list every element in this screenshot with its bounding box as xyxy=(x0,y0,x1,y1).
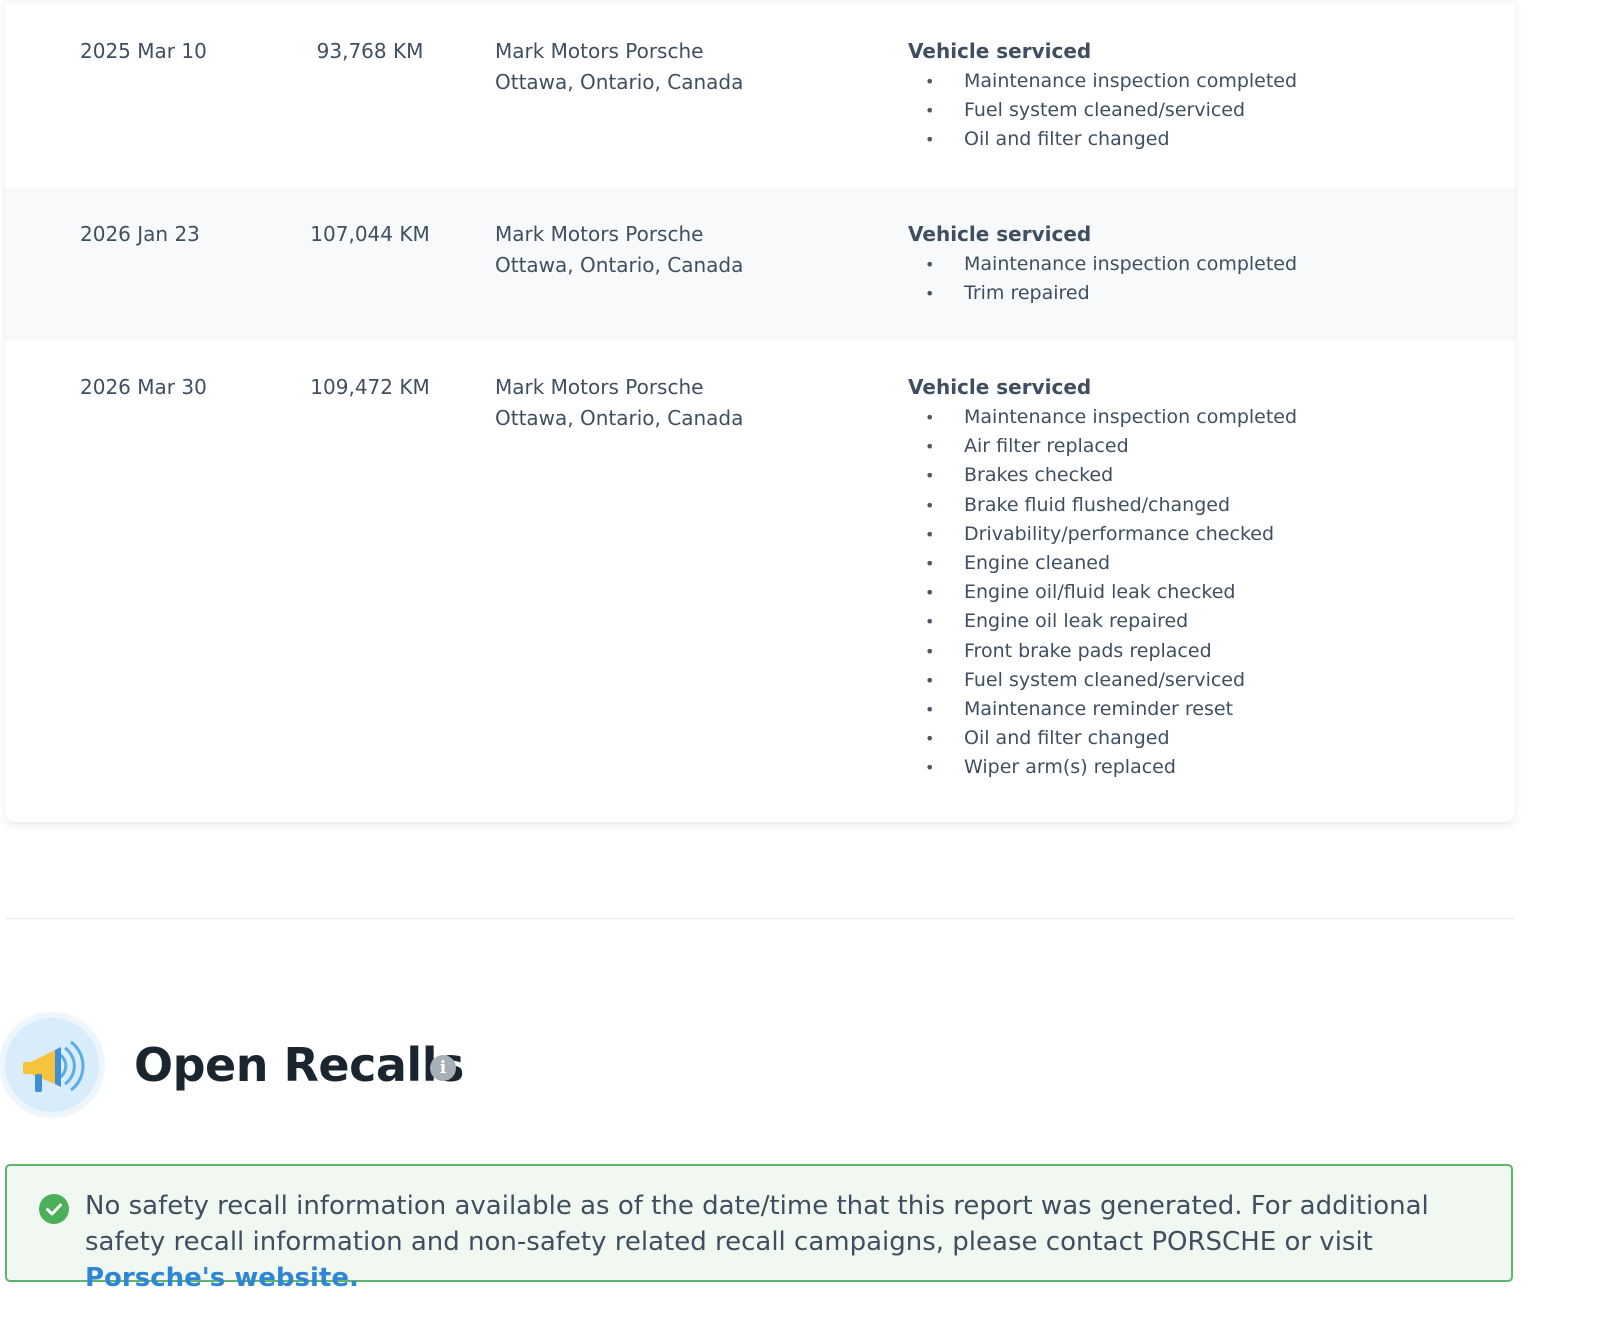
source-name: Mark Motors Porsche xyxy=(495,375,704,399)
service-record-row: 2026 Jan 23 107,044 KM Mark Motors Porsc… xyxy=(5,188,1515,341)
record-source: Mark Motors Porsche Ottawa, Ontario, Can… xyxy=(495,372,743,434)
megaphone-icon-svg xyxy=(23,1040,85,1092)
detail-item: Oil and filter changed xyxy=(908,125,1297,154)
detail-item: Brake fluid flushed/changed xyxy=(908,491,1297,520)
detail-item: Trim repaired xyxy=(908,279,1297,308)
detail-item: Front brake pads replaced xyxy=(908,637,1297,666)
details-title: Vehicle serviced xyxy=(908,39,1092,63)
source-name: Mark Motors Porsche xyxy=(495,222,704,246)
info-icon[interactable]: i xyxy=(430,1055,456,1081)
detail-item: Fuel system cleaned/serviced xyxy=(908,96,1297,125)
record-date: 2026 Jan 23 xyxy=(80,222,200,246)
source-location: Ottawa, Ontario, Canada xyxy=(495,406,744,430)
record-details: Vehicle serviced Maintenance inspection … xyxy=(908,372,1297,783)
source-name: Mark Motors Porsche xyxy=(495,39,704,63)
record-details: Vehicle serviced Maintenance inspection … xyxy=(908,219,1297,309)
details-title: Vehicle serviced xyxy=(908,222,1092,246)
section-divider xyxy=(5,918,1515,919)
detail-item: Wiper arm(s) replaced xyxy=(908,753,1297,782)
megaphone-icon xyxy=(5,1018,99,1112)
detail-item: Maintenance reminder reset xyxy=(908,695,1297,724)
record-details: Vehicle serviced Maintenance inspection … xyxy=(908,36,1297,155)
detail-item: Drivability/performance checked xyxy=(908,520,1297,549)
open-recalls-title: Open Recalls xyxy=(134,1038,464,1092)
service-history-card: 2025 Mar 10 93,768 KM Mark Motors Porsch… xyxy=(5,0,1515,822)
service-record-row: 2025 Mar 10 93,768 KM Mark Motors Porsch… xyxy=(5,0,1515,188)
detail-item: Maintenance inspection completed xyxy=(908,403,1297,432)
details-list: Maintenance inspection completed Trim re… xyxy=(908,250,1297,309)
detail-item: Brakes checked xyxy=(908,461,1297,490)
details-list: Maintenance inspection completed Fuel sy… xyxy=(908,67,1297,155)
porsche-website-link[interactable]: Porsche's website. xyxy=(85,1263,359,1293)
record-source: Mark Motors Porsche Ottawa, Ontario, Can… xyxy=(495,219,743,281)
detail-item: Fuel system cleaned/serviced xyxy=(908,666,1297,695)
detail-item: Engine oil leak repaired xyxy=(908,607,1297,636)
detail-item: Oil and filter changed xyxy=(908,724,1297,753)
record-source: Mark Motors Porsche Ottawa, Ontario, Can… xyxy=(495,36,743,98)
source-location: Ottawa, Ontario, Canada xyxy=(495,70,744,94)
notice-message: No safety recall information available a… xyxy=(85,1191,1429,1257)
detail-item: Air filter replaced xyxy=(908,432,1297,461)
details-title: Vehicle serviced xyxy=(908,375,1092,399)
detail-item: Maintenance inspection completed xyxy=(908,250,1297,279)
record-odometer: 109,472 KM xyxy=(310,375,430,399)
detail-item: Engine oil/fluid leak checked xyxy=(908,578,1297,607)
record-odometer: 93,768 KM xyxy=(316,39,424,63)
recall-notice: No safety recall information available a… xyxy=(5,1164,1513,1293)
detail-item: Maintenance inspection completed xyxy=(908,67,1297,96)
check-circle-icon xyxy=(39,1194,69,1224)
record-date: 2026 Mar 30 xyxy=(80,375,207,399)
source-location: Ottawa, Ontario, Canada xyxy=(495,253,744,277)
record-date: 2025 Mar 10 xyxy=(80,39,207,63)
record-odometer: 107,044 KM xyxy=(310,222,430,246)
details-list: Maintenance inspection completed Air fil… xyxy=(908,403,1297,783)
service-record-row: 2026 Mar 30 109,472 KM Mark Motors Porsc… xyxy=(5,341,1515,822)
recall-notice-text: No safety recall information available a… xyxy=(85,1188,1485,1296)
detail-item: Engine cleaned xyxy=(908,549,1297,578)
